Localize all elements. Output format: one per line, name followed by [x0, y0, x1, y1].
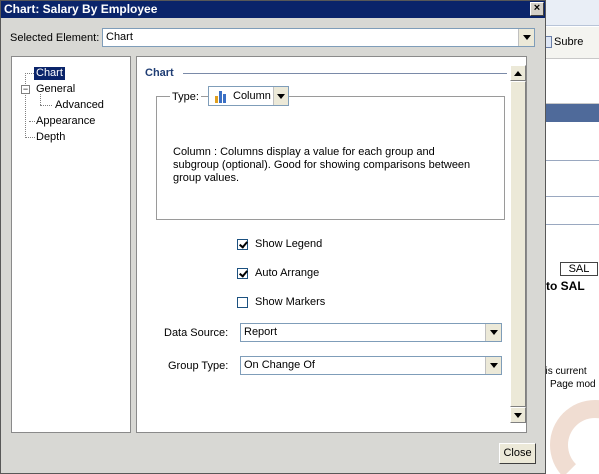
tree-item-depth[interactable]: Depth: [34, 131, 67, 144]
scroll-up-icon[interactable]: [510, 65, 526, 81]
close-button[interactable]: Close: [499, 443, 536, 464]
auto-arrange-checkbox[interactable]: [237, 268, 248, 279]
background-decoration: [550, 400, 599, 474]
scroll-down-icon[interactable]: [510, 407, 526, 423]
selected-element-value: Chart: [106, 31, 133, 43]
background-title-strip: [540, 0, 599, 26]
group-type-value: On Change Of: [244, 359, 315, 371]
show-markers-label: Show Markers: [255, 296, 326, 308]
column-chart-icon: [215, 91, 229, 103]
chevron-down-icon[interactable]: [273, 87, 288, 105]
chevron-down-icon[interactable]: [485, 357, 501, 374]
close-icon[interactable]: ×: [530, 2, 544, 16]
background-divider: [540, 196, 599, 197]
tree-connector: [25, 73, 26, 138]
subreport-button[interactable]: Subre: [554, 36, 583, 48]
collapse-icon[interactable]: −: [21, 85, 30, 94]
data-source-label: Data Source:: [164, 327, 229, 339]
chart-properties-dialog: Chart: Salary By Employee × Selected Ele…: [0, 0, 546, 474]
chart-type-value: Column: [233, 90, 271, 102]
background-bold-text: to SAL: [546, 279, 585, 293]
tree-item-advanced[interactable]: Advanced: [53, 99, 106, 112]
dialog-titlebar: Chart: Salary By Employee: [1, 1, 545, 18]
background-ruler: [540, 90, 599, 104]
tree-connector: [25, 73, 34, 74]
property-tree: Chart − General Advanced Appearance Dept…: [11, 56, 131, 433]
chevron-down-icon[interactable]: [518, 29, 534, 46]
show-legend-label: Show Legend: [255, 238, 323, 250]
chart-settings-panel: Chart Type: Column Column : Columns disp…: [136, 56, 527, 433]
chart-type-description: Column : Columns display a value for eac…: [173, 146, 471, 184]
tree-item-general[interactable]: General: [34, 83, 77, 96]
section-title: Chart: [145, 67, 174, 79]
background-divider: [540, 224, 599, 225]
scrollbar-thumb[interactable]: [510, 81, 526, 407]
tree-item-appearance[interactable]: Appearance: [34, 115, 97, 128]
data-source-dropdown[interactable]: Report: [240, 323, 502, 342]
section-divider: [183, 73, 507, 74]
chevron-down-icon[interactable]: [485, 324, 501, 341]
auto-arrange-label: Auto Arrange: [255, 267, 320, 279]
selected-element-label: Selected Element:: [10, 32, 100, 44]
background-divider: [540, 160, 599, 161]
tree-item-chart[interactable]: Chart: [34, 67, 65, 80]
background-message-line1: t is current: [540, 366, 587, 377]
dialog-title: Chart: Salary By Employee: [4, 2, 158, 16]
background-section-band: [540, 104, 599, 122]
background-message-line2: Page mod: [550, 379, 596, 390]
selected-element-dropdown[interactable]: Chart: [102, 28, 535, 47]
tree-connector: [40, 105, 52, 106]
background-application: Subre SAL to SAL t is current Page mod: [540, 0, 599, 474]
group-type-label: Group Type:: [168, 360, 229, 372]
show-markers-checkbox[interactable]: [237, 297, 248, 308]
chart-type-dropdown[interactable]: Column: [208, 86, 289, 106]
background-cell-sal: SAL: [560, 262, 598, 276]
show-legend-checkbox[interactable]: [237, 239, 248, 250]
data-source-value: Report: [244, 326, 278, 338]
type-label: Type:: [170, 91, 201, 103]
vertical-scrollbar[interactable]: [510, 65, 526, 423]
group-type-dropdown[interactable]: On Change Of: [240, 356, 502, 375]
